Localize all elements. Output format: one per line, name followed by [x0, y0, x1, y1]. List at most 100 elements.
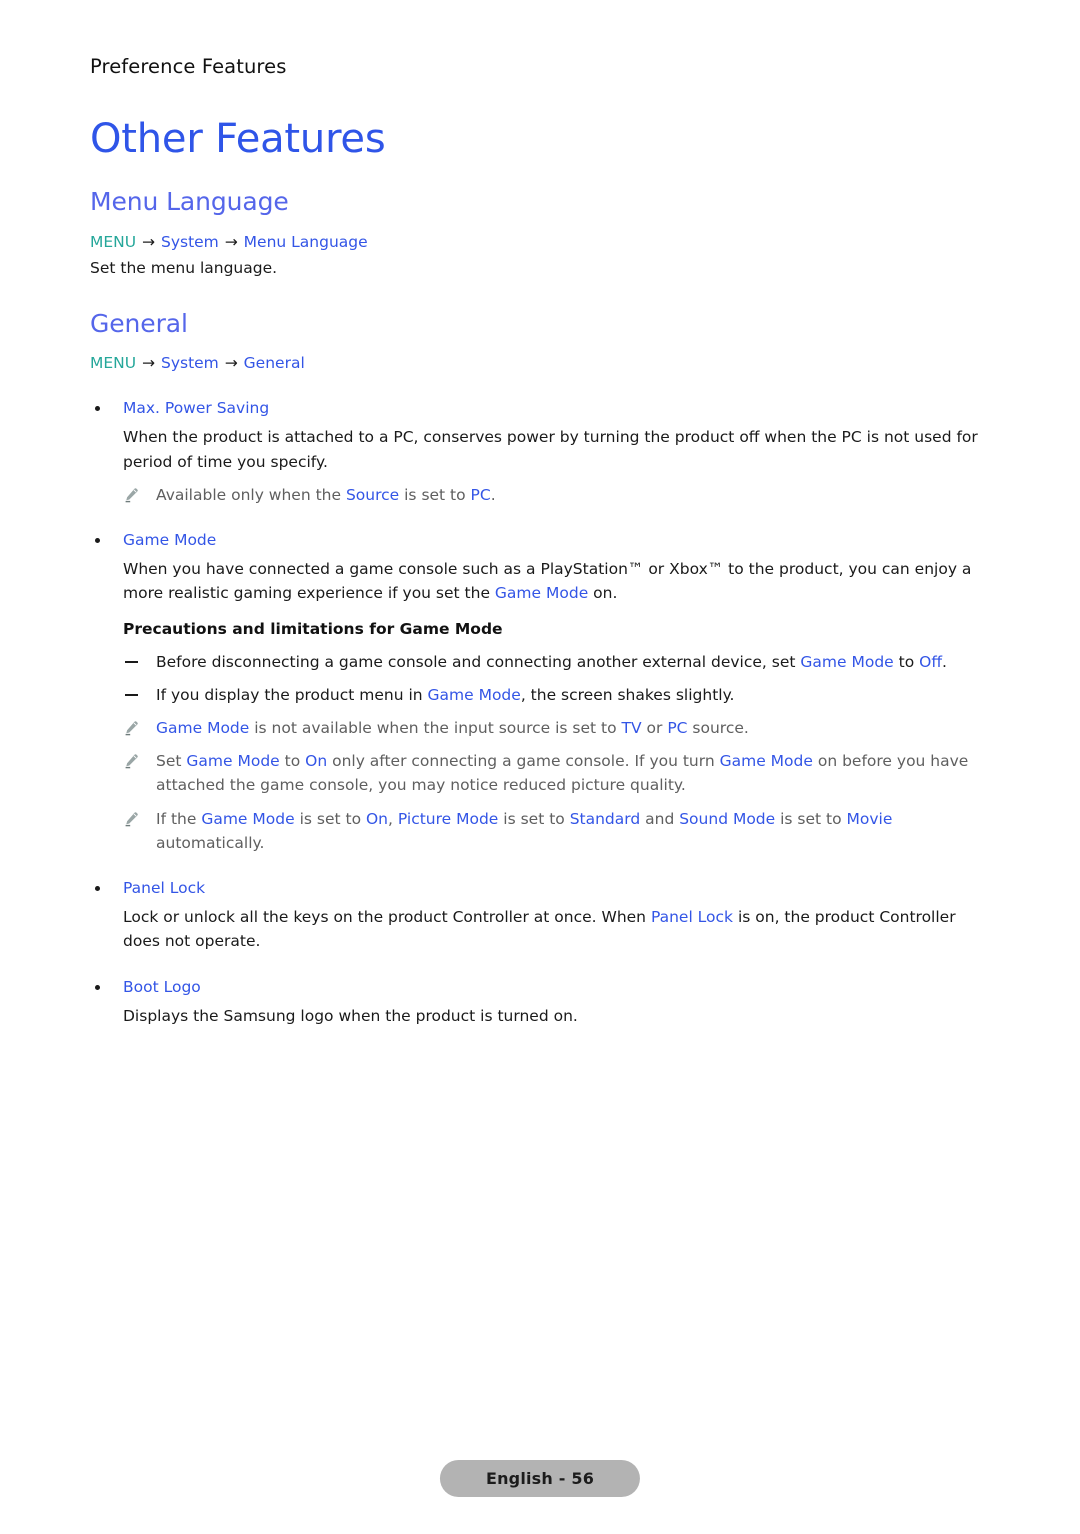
- text-run: to: [893, 652, 920, 671]
- text-run: If you display the product menu in: [156, 685, 428, 704]
- keyword-run: Game Mode: [427, 685, 521, 704]
- text-run: .: [490, 485, 496, 504]
- keyword-run: Game Mode: [800, 652, 894, 671]
- menu-path-item: System: [160, 354, 219, 373]
- text-run: Before disconnecting a game console and …: [156, 652, 801, 671]
- feature-label-text: Max. Power Saving: [123, 399, 270, 418]
- feature-label: Panel Lock: [90, 877, 990, 900]
- document-page: Preference Features Other Features Menu …: [0, 0, 1080, 1534]
- dash-bullet-icon: [125, 660, 138, 663]
- running-head: Preference Features: [90, 55, 287, 78]
- note-item-text: If the Game Mode is set to On, Picture M…: [156, 810, 892, 852]
- text-run: is set to: [775, 809, 847, 828]
- page-content: Other Features Menu Language MENU → Syst…: [90, 118, 990, 1028]
- pencil-icon: [123, 719, 139, 736]
- feature-label-text: Boot Logo: [123, 977, 201, 996]
- note-item: Set Game Mode to On only after connectin…: [90, 749, 990, 797]
- arrow-icon: →: [224, 232, 238, 251]
- menu-path-item: System: [160, 232, 219, 251]
- keyword-run: Game Mode: [494, 584, 589, 603]
- keyword-run: Source: [345, 485, 400, 504]
- text-run: Displays the Samsung logo when the produ…: [123, 1006, 578, 1025]
- feature-list: Max. Power Saving When the product is att…: [90, 397, 990, 1028]
- feature-item: Max. Power Saving When the product is att…: [90, 397, 990, 507]
- text-run: automatically.: [156, 833, 265, 852]
- feature-description: When you have connected a game console s…: [90, 557, 990, 605]
- feature-subheading: Precautions and limitations for Game Mod…: [123, 619, 503, 638]
- keyword-run: Game Mode: [186, 752, 280, 771]
- keyword-run: Game Mode: [156, 719, 250, 738]
- text-run: is set to: [498, 809, 570, 828]
- feature-label: Game Mode: [90, 529, 990, 552]
- keyword-run: Panel Lock: [650, 908, 734, 927]
- bullet-dot-icon: [95, 537, 100, 543]
- keyword-run: Movie: [846, 809, 893, 828]
- text-run: Available only when the: [156, 485, 346, 504]
- page-title: Other Features: [90, 116, 386, 162]
- keyword-run: Off: [919, 652, 943, 671]
- page-footer-badge: English - 56: [439, 1460, 641, 1497]
- note-item-text: Game Mode is not available when the inpu…: [156, 719, 749, 737]
- menu-path-root: MENU: [90, 354, 137, 373]
- feature-item: Panel Lock Lock or unlock all the keys on…: [90, 877, 990, 954]
- section-heading-general: General: [90, 308, 188, 338]
- text-run: source.: [687, 719, 749, 738]
- text-run: Lock or unlock all the keys on the produ…: [123, 908, 651, 927]
- bullet-dot-icon: [95, 984, 100, 990]
- keyword-run: Standard: [569, 809, 641, 828]
- text-run: is not available when the input source i…: [249, 719, 622, 738]
- note-item: Game Mode is not available when the inpu…: [90, 716, 990, 740]
- keyword-run: On: [365, 809, 389, 828]
- keyword-run: PC: [667, 719, 688, 738]
- list-item: If you display the product menu in Game …: [90, 683, 990, 707]
- dash-bullet-icon: [125, 693, 138, 696]
- note-item-text: Set Game Mode to On only after connectin…: [156, 752, 968, 794]
- list-item-text: Before disconnecting a game console and …: [156, 653, 947, 671]
- keyword-run: PC: [470, 485, 491, 504]
- feature-label-text: Panel Lock: [123, 878, 206, 897]
- keyword-run: Picture Mode: [397, 809, 499, 828]
- feature-label: Max. Power Saving: [90, 397, 990, 420]
- list-item-text: If you display the product menu in Game …: [156, 686, 734, 704]
- note-item-text: Available only when the Source is set to…: [156, 486, 496, 504]
- pencil-icon: [123, 810, 139, 826]
- keyword-run: On: [305, 752, 328, 771]
- menu-path-root: MENU: [90, 232, 137, 251]
- text-run: on.: [588, 584, 618, 603]
- menu-path-general: MENU → System → General: [90, 351, 990, 375]
- text-run: Set: [156, 752, 187, 771]
- note-item: If the Game Mode is set to On, Picture M…: [90, 807, 990, 855]
- feature-description: Lock or unlock all the keys on the produ…: [90, 905, 990, 953]
- keyword-run: Game Mode: [719, 752, 813, 771]
- bullet-dot-icon: [95, 885, 100, 891]
- feature-label-text: Game Mode: [123, 530, 217, 549]
- pencil-icon: [123, 486, 139, 503]
- text-run: If the: [156, 809, 202, 828]
- list-item: Before disconnecting a game console and …: [90, 650, 990, 674]
- menu-path-item: General: [243, 354, 305, 373]
- keyword-run: Sound Mode: [679, 809, 776, 828]
- section-heading-menu-language: Menu Language: [90, 187, 289, 216]
- bullet-dot-icon: [95, 406, 100, 412]
- feature-description: When the product is attached to a PC, co…: [123, 428, 978, 471]
- text-run: .: [942, 652, 947, 671]
- text-run: is set to: [294, 809, 366, 828]
- text-run: is set to: [399, 485, 471, 504]
- feature-item: Game Mode When you have connected a game …: [90, 529, 990, 855]
- feature-label: Boot Logo: [90, 976, 990, 999]
- arrow-icon: →: [142, 232, 156, 251]
- menu-path-menu-language: MENU → System → Menu Language: [90, 230, 990, 254]
- keyword-run: Game Mode: [201, 809, 295, 828]
- keyword-run: TV: [621, 719, 642, 738]
- note-item: Available only when the Source is set to…: [90, 483, 990, 507]
- feature-description: Displays the Samsung logo when the produ…: [90, 1004, 990, 1028]
- pencil-icon: [123, 752, 139, 769]
- feature-item: Boot Logo Displays the Samsung logo when …: [90, 976, 990, 1028]
- arrow-icon: →: [224, 354, 238, 373]
- text-run: only after connecting a game console. If…: [327, 752, 720, 771]
- menu-path-item: Menu Language: [243, 232, 368, 251]
- text-run: and: [640, 809, 680, 828]
- text-run: or: [641, 719, 668, 738]
- section-description-menu-language: Set the menu language.: [90, 258, 278, 277]
- text-run: to: [279, 752, 306, 771]
